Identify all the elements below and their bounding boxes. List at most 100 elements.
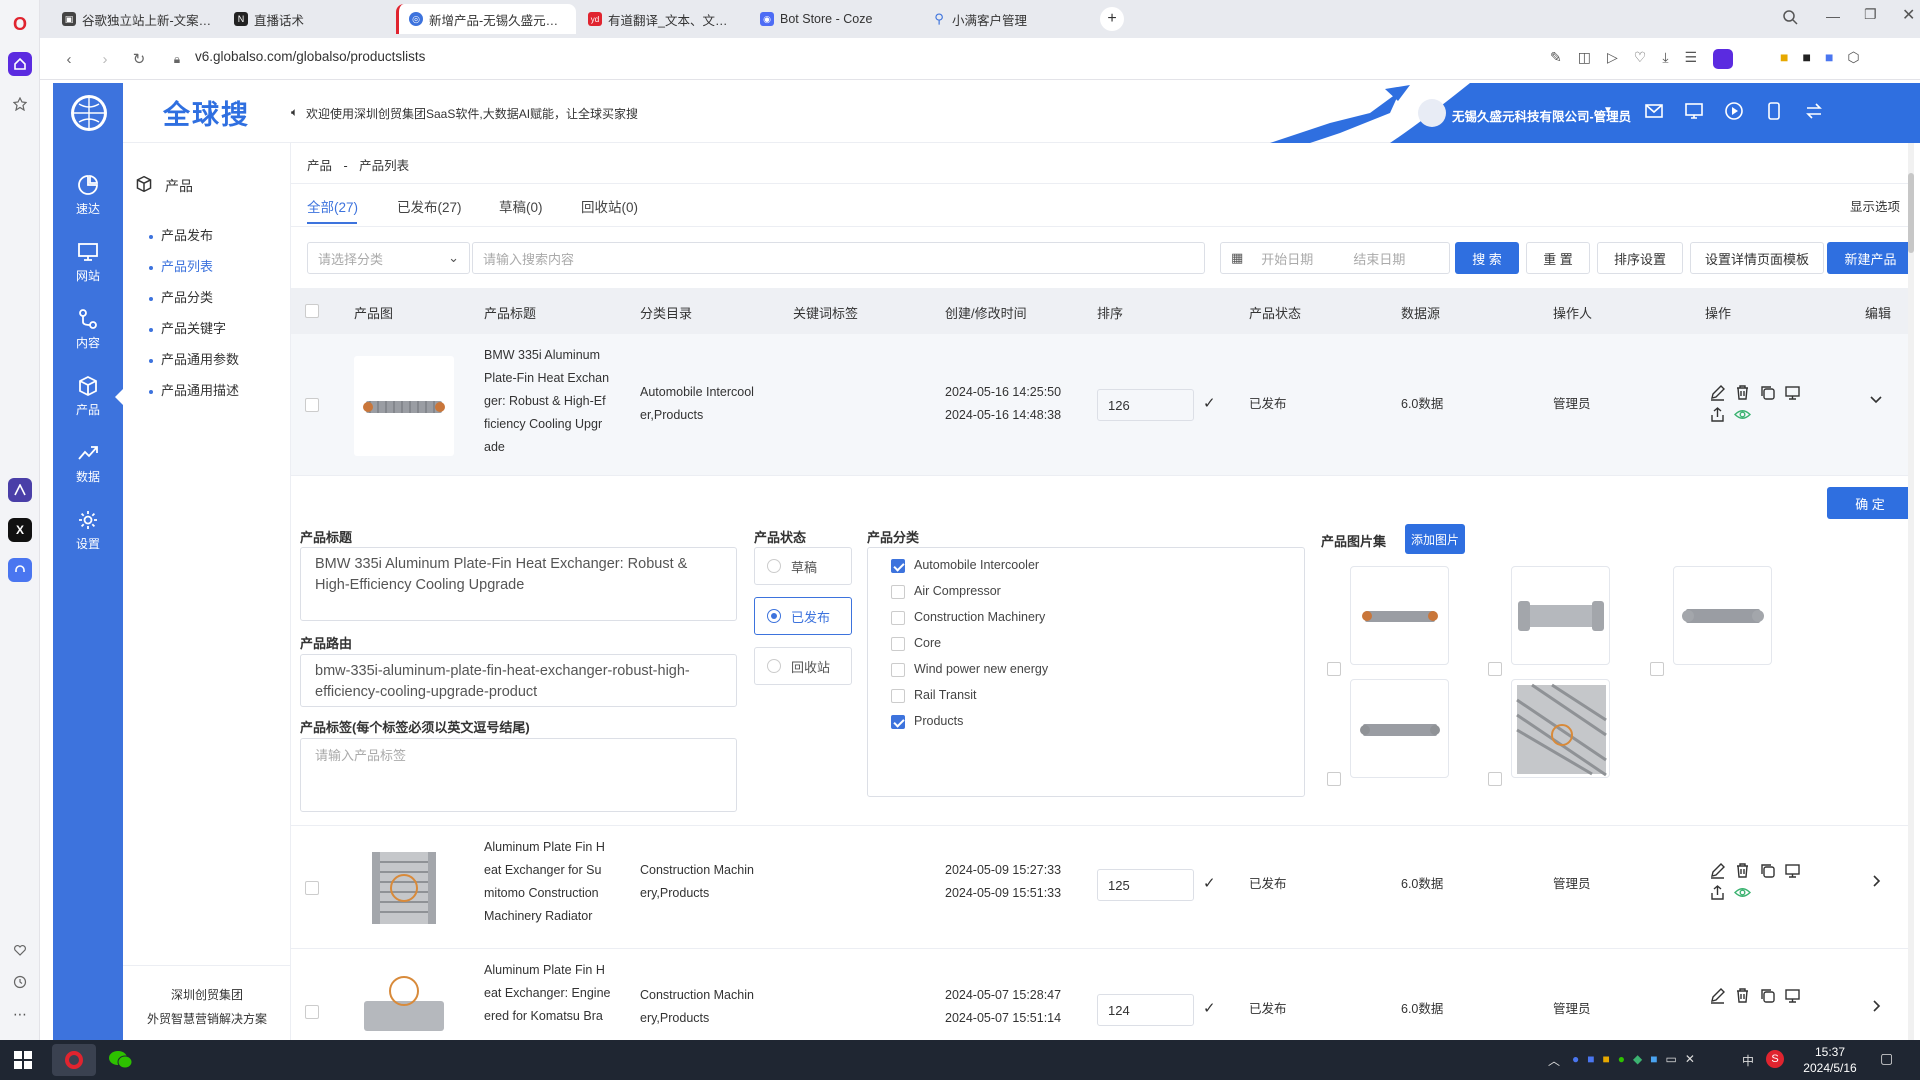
table-row[interactable]: BMW 335i Aluminum Plate-Fin Heat Exchan ge…: [291, 334, 1914, 476]
tab-published[interactable]: 已发布(27): [397, 196, 462, 216]
status-radio-recycle[interactable]: 回收站: [754, 647, 852, 685]
preview-monitor-icon[interactable]: [1784, 987, 1801, 1004]
gallery-image[interactable]: [1673, 566, 1772, 665]
search-input[interactable]: 请输入搜索内容: [472, 242, 1205, 274]
gallery-checkbox[interactable]: [1327, 662, 1341, 676]
start-date[interactable]: 开始日期: [1261, 249, 1313, 268]
desktop-icon[interactable]: [1684, 101, 1704, 121]
rail-item-product-active[interactable]: 产品: [53, 369, 123, 429]
expand-chevron-icon[interactable]: [1869, 999, 1883, 1016]
tray-app-icon[interactable]: ◆: [1633, 1052, 1642, 1066]
rail-item-express[interactable]: 速达: [53, 168, 123, 228]
menu-icon[interactable]: ☰: [1685, 49, 1698, 69]
notification-icon[interactable]: ▢: [1880, 1050, 1893, 1067]
tray-chevron-icon[interactable]: ︿: [1548, 1052, 1560, 1069]
extensions-icon[interactable]: ⬡: [1847, 49, 1859, 66]
opera-logo-icon[interactable]: O: [8, 12, 32, 36]
browser-tab[interactable]: ⚲ 小满客户管理: [922, 4, 1092, 34]
edit-pencil-icon[interactable]: [1709, 384, 1726, 401]
scrollbar[interactable]: [1908, 143, 1914, 1040]
edit-icon[interactable]: ✎: [1550, 49, 1562, 69]
gallery-checkbox[interactable]: [1327, 772, 1341, 786]
rail-item-settings[interactable]: 设置: [53, 503, 123, 563]
gallery-checkbox[interactable]: [1650, 662, 1664, 676]
check-confirm-icon[interactable]: ✓: [1203, 394, 1216, 412]
search-tabs-icon[interactable]: [1782, 9, 1798, 28]
row-checkbox[interactable]: [305, 398, 319, 412]
share-upload-icon[interactable]: [1709, 884, 1726, 901]
browser-tab[interactable]: ◉ Bot Store - Coze: [750, 4, 920, 34]
share-upload-icon[interactable]: [1709, 406, 1726, 423]
subnav-item-category[interactable]: 产品分类: [149, 287, 213, 306]
sogou-icon[interactable]: S: [1766, 1050, 1784, 1068]
subnav-item-list[interactable]: 产品列表: [149, 256, 213, 275]
wechat-icon[interactable]: [108, 1048, 134, 1072]
scrollbar-thumb[interactable]: [1908, 173, 1914, 253]
search-button[interactable]: 搜 索: [1455, 242, 1519, 274]
tab-recycle[interactable]: 回收站(0): [581, 196, 638, 216]
sort-settings-button[interactable]: 排序设置: [1597, 242, 1683, 274]
gallery-image[interactable]: [1511, 679, 1610, 778]
camera-icon[interactable]: ◫: [1578, 49, 1591, 69]
globe-logo-icon[interactable]: [71, 95, 107, 131]
display-options-link[interactable]: 显示选项: [1850, 196, 1900, 215]
heart-icon[interactable]: ♡: [1634, 49, 1647, 69]
row-checkbox[interactable]: [305, 881, 319, 895]
subnav-item-description[interactable]: 产品通用描述: [149, 380, 239, 399]
product-title[interactable]: BMW 335i Aluminum Plate-Fin Heat Exchan ge…: [484, 344, 609, 459]
taskbar-opera-app[interactable]: [52, 1044, 96, 1076]
collapse-chevron-icon[interactable]: [1869, 392, 1883, 409]
mail-icon[interactable]: [1644, 101, 1664, 121]
confirm-button[interactable]: 确 定: [1827, 487, 1913, 519]
gallery-checkbox[interactable]: [1488, 772, 1502, 786]
row-checkbox[interactable]: [305, 1005, 319, 1019]
play-circle-icon[interactable]: [1724, 101, 1744, 121]
subnav-item-publish[interactable]: 产品发布: [149, 225, 213, 244]
category-option[interactable]: Air Compressor: [891, 584, 1001, 599]
volume-muted-icon[interactable]: ✕: [1685, 1052, 1695, 1066]
browser-tab[interactable]: yd 有道翻译_文本、文档、网: [578, 4, 748, 34]
mobile-icon[interactable]: [1764, 101, 1784, 121]
avatar[interactable]: [1418, 99, 1446, 127]
translate-icon[interactable]: ■: [1825, 49, 1833, 66]
more-icon[interactable]: ⋯: [8, 1002, 32, 1026]
category-option[interactable]: Automobile Intercooler: [891, 558, 1039, 573]
download-icon[interactable]: ⤓: [1662, 49, 1668, 69]
eye-icon[interactable]: [1734, 406, 1751, 423]
extension-icon[interactable]: ■: [1780, 49, 1788, 66]
check-confirm-icon[interactable]: ✓: [1203, 999, 1216, 1017]
tray-app-icon[interactable]: ■: [1603, 1052, 1610, 1066]
tray-wechat-icon[interactable]: ●: [1618, 1052, 1625, 1066]
trash-icon[interactable]: [1734, 862, 1751, 879]
new-tab-button[interactable]: +: [1100, 7, 1124, 31]
profile-icon[interactable]: [1713, 49, 1734, 69]
category-option[interactable]: Wind power new energy: [891, 662, 1048, 677]
title-textarea[interactable]: BMW 335i Aluminum Plate-Fin Heat Exchang…: [300, 547, 737, 621]
reset-button[interactable]: 重 置: [1526, 242, 1590, 274]
network-icon[interactable]: ▭: [1665, 1052, 1676, 1066]
category-select[interactable]: 请选择分类 ⌄: [307, 242, 470, 274]
category-option[interactable]: Core: [891, 636, 941, 651]
category-option[interactable]: Construction Machinery: [891, 610, 1045, 625]
close-icon[interactable]: ✕: [1902, 5, 1915, 25]
windows-start-icon[interactable]: [14, 1051, 32, 1072]
headphones-icon[interactable]: [8, 558, 32, 582]
forward-icon[interactable]: ›: [94, 48, 116, 70]
browser-tab-active[interactable]: ◎ 新增产品-无锡久盛元科技: [396, 4, 576, 34]
sort-input[interactable]: 126: [1097, 389, 1194, 421]
subnav-item-keywords[interactable]: 产品关键字: [149, 318, 226, 337]
restore-icon[interactable]: ❐: [1864, 6, 1877, 23]
reload-icon[interactable]: ↻: [128, 48, 150, 70]
trash-icon[interactable]: [1734, 384, 1751, 401]
url-field[interactable]: v6.globalso.com/globalso/productslists: [195, 49, 425, 64]
status-radio-published[interactable]: 已发布: [754, 597, 852, 635]
gallery-image[interactable]: [1511, 566, 1610, 665]
preview-monitor-icon[interactable]: [1784, 384, 1801, 401]
copy-icon[interactable]: [1759, 862, 1776, 879]
switch-icon[interactable]: [1804, 101, 1824, 121]
product-title[interactable]: Aluminum Plate Fin Heat Exchanger for Su…: [484, 836, 605, 928]
tags-textarea[interactable]: 请输入产品标签: [300, 738, 737, 812]
copy-icon[interactable]: [1759, 987, 1776, 1004]
category-option[interactable]: Products: [891, 714, 963, 729]
preview-monitor-icon[interactable]: [1784, 862, 1801, 879]
